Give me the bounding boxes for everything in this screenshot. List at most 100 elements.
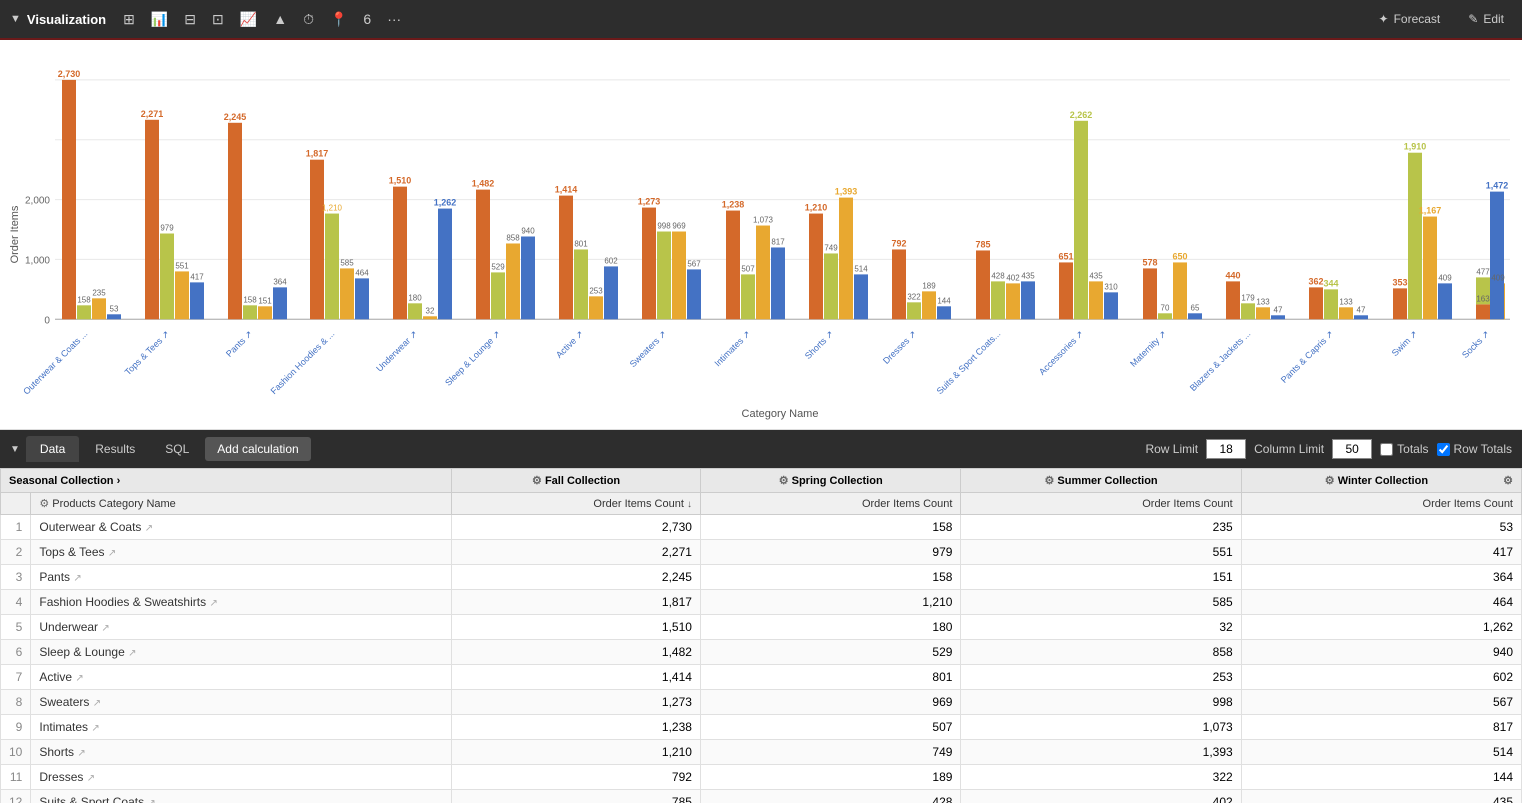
- forecast-button[interactable]: ✦ Forecast: [1371, 8, 1449, 30]
- winter-count-cell: 464: [1241, 590, 1521, 615]
- category-name-cell: Underwear ↗: [31, 615, 452, 640]
- map-icon[interactable]: 📍: [325, 7, 352, 32]
- svg-text:1,482: 1,482: [472, 179, 494, 189]
- row-number: 3: [1, 565, 31, 590]
- chart-svg: Order Items 0 1,000 2,000 2,730 158 235 …: [0, 40, 1522, 429]
- row-totals-checkbox[interactable]: [1437, 443, 1450, 456]
- table-icon[interactable]: ⊞: [118, 7, 140, 32]
- edit-button[interactable]: ✎ Edit: [1460, 8, 1512, 30]
- svg-text:514: 514: [854, 264, 868, 273]
- table-row: 1 Outerwear & Coats ↗ 2,730 158 235 53: [1, 515, 1522, 540]
- winter-count-cell: 53: [1241, 515, 1521, 540]
- summer-count-cell: 998: [961, 690, 1241, 715]
- gear-icon-cat[interactable]: ⚙: [39, 498, 49, 510]
- gear-icon-fall[interactable]: ⚙: [532, 475, 542, 487]
- bar-group-1: 2,730 158 235 53 Outerwear & Coats ...: [21, 69, 121, 397]
- winter-collection-label: Winter Collection: [1338, 475, 1428, 487]
- svg-text:144: 144: [937, 296, 951, 305]
- fall-count-cell: 792: [452, 765, 701, 790]
- gear-icon-spring[interactable]: ⚙: [779, 475, 789, 487]
- tab-results[interactable]: Results: [81, 436, 149, 462]
- summer-count-cell: 585: [961, 590, 1241, 615]
- svg-text:151: 151: [258, 296, 272, 305]
- table-header-row-1: Seasonal Collection › ⚙ Fall Collection …: [1, 469, 1522, 493]
- winter-count-cell: 817: [1241, 715, 1521, 740]
- svg-text:Accessories ↗: Accessories ↗: [1037, 329, 1085, 377]
- svg-text:Sleep & Lounge ↗: Sleep & Lounge ↗: [443, 329, 502, 388]
- tab-data[interactable]: Data: [26, 436, 79, 462]
- svg-text:364: 364: [273, 277, 287, 286]
- bar-group-8: 1,273 998 969 567 Sweaters ↗: [628, 197, 701, 370]
- tab-sql[interactable]: SQL: [151, 436, 203, 462]
- spring-count-cell: 1,210: [700, 590, 960, 615]
- svg-text:1,910: 1,910: [1404, 142, 1426, 152]
- table-container: Seasonal Collection › ⚙ Fall Collection …: [0, 468, 1522, 803]
- svg-text:602: 602: [604, 256, 618, 265]
- scatter-icon[interactable]: ⊡: [207, 7, 229, 32]
- table-row: 6 Sleep & Lounge ↗ 1,482 529 858 940: [1, 640, 1522, 665]
- add-calculation-button[interactable]: Add calculation: [205, 437, 310, 461]
- fall-count-header[interactable]: Order Items Count ↓: [452, 493, 701, 515]
- svg-text:Outerwear & Coats ...: Outerwear & Coats ...: [21, 329, 89, 397]
- winter-count-cell: 1,262: [1241, 615, 1521, 640]
- bar-group-6: 1,482 529 858 940 Sleep & Lounge ↗: [443, 179, 535, 388]
- svg-text:362: 362: [1309, 276, 1324, 286]
- col-limit-input[interactable]: [1332, 439, 1372, 459]
- fall-count-cell: 2,730: [452, 515, 701, 540]
- svg-text:578: 578: [1143, 257, 1158, 267]
- gear-icon-summer[interactable]: ⚙: [1044, 475, 1054, 487]
- svg-text:402: 402: [1006, 273, 1020, 282]
- spring-count-header[interactable]: Order Items Count: [700, 493, 960, 515]
- svg-text:2,271: 2,271: [141, 109, 163, 119]
- row-number: 6: [1, 640, 31, 665]
- bar-group-15: 440 179 133 47 Blazers & Jackets ...: [1188, 270, 1285, 393]
- bar-group-9: 1,238 507 1,073 817 Intimates ↗: [712, 200, 785, 369]
- fall-collection-header: ⚙ Fall Collection: [452, 469, 701, 493]
- svg-text:1,510: 1,510: [389, 176, 411, 186]
- svg-text:1,073: 1,073: [753, 216, 774, 225]
- area-chart-icon[interactable]: ▲: [268, 7, 292, 31]
- trend-icon: ↗: [73, 573, 81, 584]
- fall-count-cell: 1,510: [452, 615, 701, 640]
- svg-text:585: 585: [340, 258, 354, 267]
- table-row: 5 Underwear ↗ 1,510 180 32 1,262: [1, 615, 1522, 640]
- summer-collection-label: Summer Collection: [1057, 475, 1157, 487]
- bar-chart-icon[interactable]: 📊: [146, 7, 173, 32]
- summer-count-header[interactable]: Order Items Count: [961, 493, 1241, 515]
- spring-count-cell: 749: [700, 740, 960, 765]
- gear-icon-winter[interactable]: ⚙: [1325, 475, 1335, 487]
- trend-icon: ↗: [93, 698, 101, 709]
- winter-count-header[interactable]: Order Items Count: [1241, 493, 1521, 515]
- data-panel: ▼ Data Results SQL Add calculation Row L…: [0, 430, 1522, 803]
- summer-count-cell: 235: [961, 515, 1241, 540]
- svg-text:133: 133: [1339, 297, 1353, 306]
- svg-text:1,210: 1,210: [805, 203, 827, 213]
- svg-text:Intimates ↗: Intimates ↗: [712, 329, 752, 369]
- trend-icon: ↗: [91, 723, 99, 734]
- svg-text:344: 344: [1324, 278, 1339, 288]
- bar-group-7: 1,414 801 253 602 Active ↗: [554, 185, 618, 360]
- table-row: 9 Intimates ↗ 1,238 507 1,073 817: [1, 715, 1522, 740]
- gauge-icon[interactable]: ⏱: [298, 7, 319, 32]
- line-chart-icon[interactable]: 📈: [235, 7, 262, 32]
- spring-count-cell: 180: [700, 615, 960, 640]
- y-axis-label: Order Items: [9, 205, 21, 263]
- row-number: 2: [1, 540, 31, 565]
- pivot-icon[interactable]: ⊟: [179, 7, 201, 32]
- svg-text:32: 32: [426, 306, 435, 315]
- svg-text:Sweaters ↗: Sweaters ↗: [628, 329, 669, 370]
- summer-count-cell: 551: [961, 540, 1241, 565]
- svg-text:650: 650: [1173, 251, 1188, 261]
- number-icon[interactable]: 6: [358, 7, 376, 31]
- spring-count-cell: 428: [700, 790, 960, 803]
- row-number: 5: [1, 615, 31, 640]
- bar-group-10: 1,210 749 1,393 514 Shorts ↗: [803, 187, 868, 361]
- more-icon[interactable]: ···: [382, 7, 406, 31]
- svg-text:2,730: 2,730: [58, 69, 80, 79]
- totals-checkbox[interactable]: [1380, 443, 1393, 456]
- chevron-right-icon: ›: [117, 475, 121, 487]
- row-limit-input[interactable]: [1206, 439, 1246, 459]
- gear-icon-settings[interactable]: ⚙: [1503, 474, 1513, 487]
- fall-count-cell: 1,414: [452, 665, 701, 690]
- fall-collection-label: Fall Collection: [545, 475, 620, 487]
